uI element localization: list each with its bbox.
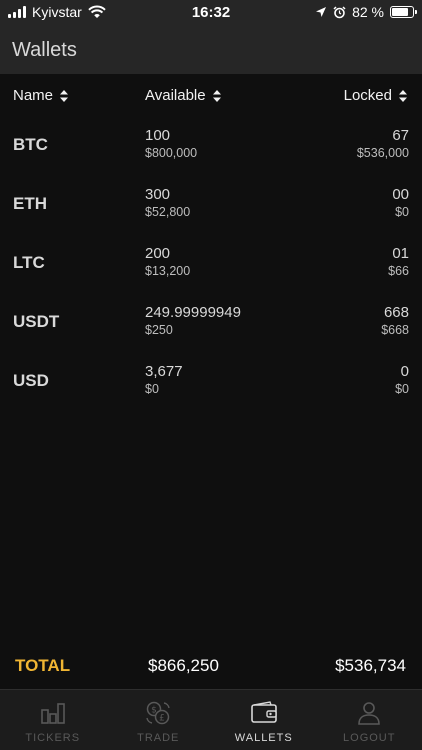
column-locked-label: Locked — [343, 87, 392, 104]
available-cell: 300 $52,800 — [145, 186, 190, 220]
svg-text:£: £ — [159, 714, 165, 724]
total-row: TOTAL $866,250 $536,734 — [0, 648, 422, 688]
tab-wallets[interactable]: WALLETS — [211, 690, 317, 750]
sort-icon — [212, 89, 221, 102]
available-cell: 100 $800,000 — [145, 127, 197, 161]
available-fiat: $800,000 — [145, 146, 198, 160]
total-label: TOTAL — [15, 656, 71, 675]
column-headers: Name Available Locked — [0, 74, 422, 118]
asset-name: BTC — [13, 135, 48, 154]
locked-cell: 67 $536,000 — [357, 127, 409, 161]
available-cell: 200 $13,200 — [145, 245, 190, 279]
asset-name: USDT — [13, 312, 60, 331]
wallet-row-usdt[interactable]: USDT 249.99999949 $250 668 $668 — [0, 292, 422, 351]
locked-amount: 0 — [400, 363, 409, 380]
page-header: Wallets — [0, 26, 422, 74]
user-icon — [358, 702, 381, 725]
available-amount: 100 — [145, 127, 171, 144]
available-fiat: $52,800 — [145, 205, 191, 219]
available-cell: 3,677 $0 — [145, 363, 183, 397]
locked-fiat: $536,000 — [356, 146, 409, 160]
wallet-row-btc[interactable]: BTC 100 $800,000 67 $536,000 — [0, 115, 422, 174]
status-right: 82 % — [315, 4, 417, 20]
locked-cell: 0 $0 — [395, 363, 409, 397]
locked-amount: 01 — [392, 245, 409, 262]
tab-bar: TICKERS $ £ TRADE WALLETS LOGOUT — [0, 689, 422, 750]
bar-chart-icon — [40, 703, 65, 724]
wallet-row-ltc[interactable]: LTC 200 $13,200 01 $66 — [0, 233, 422, 292]
locked-cell: 00 $0 — [392, 186, 409, 220]
page-title: Wallets — [12, 38, 77, 61]
asset-name: LTC — [13, 253, 45, 272]
locked-fiat: $66 — [388, 264, 409, 278]
asset-name: USD — [13, 371, 49, 390]
available-amount: 300 — [145, 186, 171, 203]
sort-by-locked-button[interactable]: Locked — [344, 87, 408, 104]
tab-label: WALLETS — [234, 732, 293, 744]
asset-name: ETH — [13, 194, 47, 213]
sort-icon — [399, 89, 407, 102]
available-amount: 200 — [145, 245, 171, 262]
column-available-label: Available — [145, 87, 206, 104]
locked-amount: 67 — [392, 127, 409, 144]
tab-label: TRADE — [137, 732, 180, 744]
locked-fiat: $668 — [381, 323, 409, 337]
wallet-list: BTC 100 $800,000 67 $536,000 ETH 300 $52… — [0, 115, 422, 410]
sort-by-name-button[interactable]: Name — [13, 87, 69, 104]
locked-amount: 00 — [392, 186, 409, 203]
tab-label: LOGOUT — [343, 732, 396, 744]
wallet-row-usd[interactable]: USD 3,677 $0 0 $0 — [0, 351, 422, 410]
available-cell: 249.99999949 $250 — [145, 304, 241, 338]
column-name-label: Name — [13, 87, 54, 104]
locked-amount: 668 — [383, 304, 409, 321]
locked-fiat: $0 — [395, 382, 409, 396]
battery-icon — [390, 6, 417, 18]
locked-fiat: $0 — [395, 205, 409, 219]
tab-trade[interactable]: $ £ TRADE — [106, 690, 212, 750]
alarm-icon — [333, 5, 346, 18]
sort-by-available-button[interactable]: Available — [145, 87, 222, 104]
tab-tickers[interactable]: TICKERS — [0, 690, 106, 750]
available-fiat: $250 — [145, 323, 173, 337]
locked-cell: 668 $668 — [381, 304, 409, 338]
available-amount: 249.99999949 — [145, 304, 241, 321]
currency-exchange-icon: $ £ — [146, 701, 170, 725]
wallet-icon — [250, 701, 277, 723]
location-arrow-icon — [316, 7, 327, 17]
available-fiat: $13,200 — [145, 264, 191, 278]
available-fiat: $0 — [145, 382, 159, 396]
total-locked: $536,734 — [335, 656, 406, 675]
tab-logout[interactable]: LOGOUT — [317, 690, 422, 750]
wallet-row-eth[interactable]: ETH 300 $52,800 00 $0 — [0, 174, 422, 233]
total-available: $866,250 — [148, 656, 219, 675]
battery-fill — [392, 8, 409, 16]
battery-percentage: 82 % — [352, 4, 384, 20]
locked-cell: 01 $66 — [388, 245, 409, 279]
sort-icon — [60, 89, 69, 102]
tab-label: TICKERS — [25, 732, 81, 744]
status-bar: Kyivstar 16:32 82 % — [0, 0, 422, 26]
available-amount: 3,677 — [145, 363, 183, 380]
